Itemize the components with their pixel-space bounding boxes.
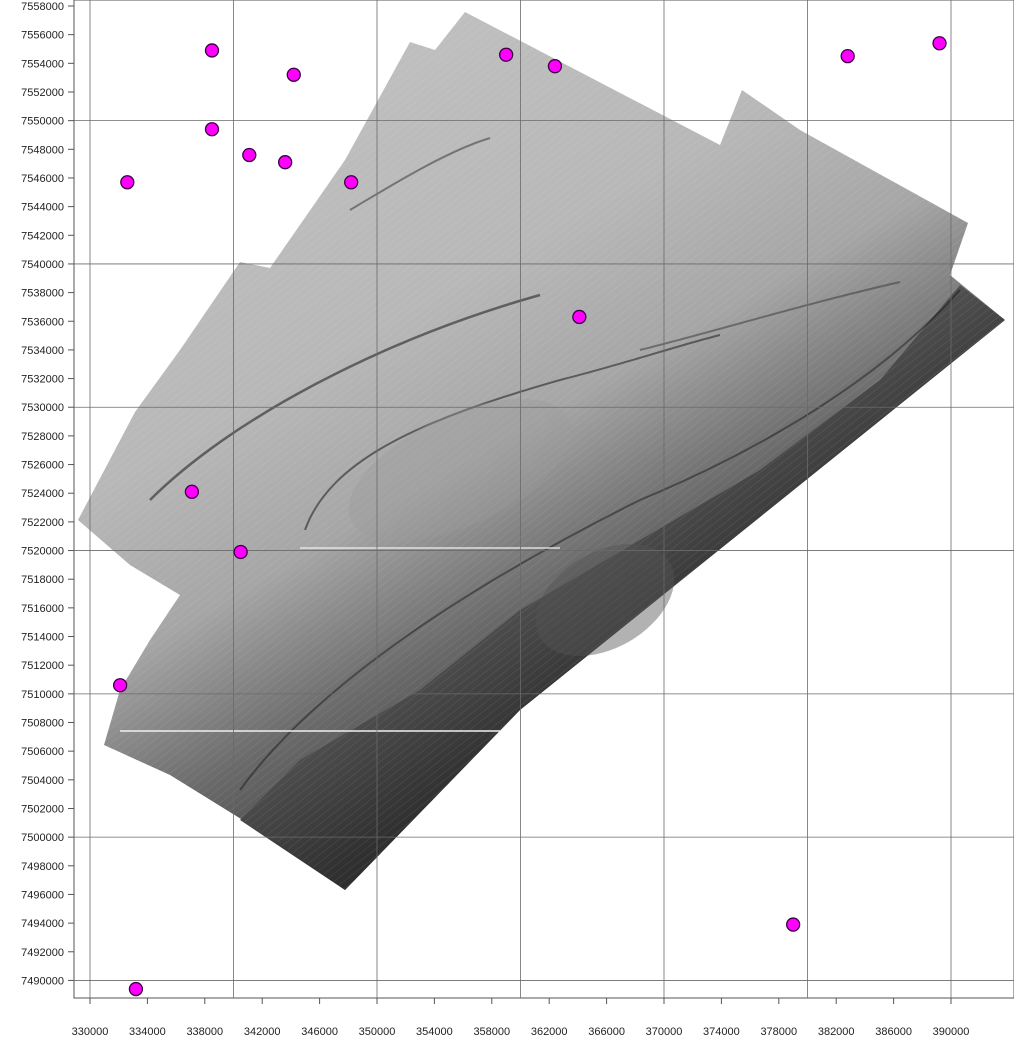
y-tick-label: 7546000 — [21, 173, 64, 185]
sample-point-marker — [840, 49, 855, 64]
x-tick-label: 386000 — [875, 1026, 912, 1038]
sample-point-marker — [547, 59, 563, 74]
x-tick-label: 382000 — [818, 1026, 855, 1038]
x-tick-label: 334000 — [129, 1026, 166, 1038]
sample-point-marker — [242, 147, 257, 163]
sample-point-marker — [233, 544, 248, 560]
y-tick-label: 7514000 — [21, 632, 64, 644]
y-tick-label: 7490000 — [21, 975, 64, 987]
y-tick-label: 7504000 — [21, 775, 64, 787]
x-tick-label: 374000 — [703, 1026, 740, 1038]
y-tick-label: 7508000 — [21, 718, 64, 730]
x-tick-label: 346000 — [301, 1026, 338, 1038]
y-tick-label: 7512000 — [21, 660, 64, 672]
y-tick-label: 7492000 — [21, 947, 64, 959]
y-tick-label: 7516000 — [21, 603, 64, 615]
y-tick-label: 7538000 — [21, 288, 64, 300]
x-tick-label: 358000 — [473, 1026, 510, 1038]
sample-point-marker — [344, 175, 359, 190]
y-tick-label: 7494000 — [21, 918, 64, 930]
y-tick-label: 7510000 — [21, 689, 64, 701]
x-tick-label: 350000 — [359, 1026, 396, 1038]
survey-map: 330000 334000 338000 342000 346000 350000 3540… — [21, 0, 1014, 1038]
x-tick-label: 378000 — [760, 1026, 797, 1038]
sample-point-marker — [286, 67, 301, 82]
sample-point-marker — [184, 484, 200, 499]
x-tick-label: 362000 — [531, 1026, 568, 1038]
x-tick-label: 390000 — [933, 1026, 970, 1038]
y-tick-label: 7496000 — [21, 889, 64, 901]
x-tick-label: 338000 — [186, 1026, 223, 1038]
sample-point-marker — [572, 309, 587, 325]
sample-point-marker — [498, 47, 514, 62]
y-tick-label: 7556000 — [21, 30, 64, 42]
x-tick-label: 366000 — [588, 1026, 625, 1038]
sample-point-marker — [786, 917, 801, 932]
y-tick-label: 7536000 — [21, 316, 64, 328]
sample-point-marker — [204, 43, 220, 58]
x-tick-label: 342000 — [244, 1026, 281, 1038]
y-tick-label: 7506000 — [21, 746, 64, 758]
y-tick-label: 7528000 — [21, 431, 64, 443]
y-tick-label: 7498000 — [21, 861, 64, 873]
y-tick-label: 7524000 — [21, 488, 64, 500]
y-tick-label: 7500000 — [21, 832, 64, 844]
y-tick-label: 7502000 — [21, 803, 64, 815]
y-tick-label: 7526000 — [21, 460, 64, 472]
y-tick-label: 7532000 — [21, 374, 64, 386]
y-tick-label: 7522000 — [21, 517, 64, 529]
y-tick-label: 7552000 — [21, 87, 64, 99]
sample-point-marker — [112, 678, 128, 693]
y-tick-label: 7520000 — [21, 546, 64, 558]
x-tick-label: 354000 — [416, 1026, 453, 1038]
y-tick-label: 7518000 — [21, 574, 64, 586]
y-tick-label: 7550000 — [21, 116, 64, 128]
sample-point-marker — [128, 981, 144, 997]
sample-point-marker — [120, 175, 135, 190]
y-tick-label: 7558000 — [21, 1, 64, 13]
y-tick-label: 7540000 — [21, 259, 64, 271]
y-tick-label: 7530000 — [21, 402, 64, 414]
x-tick-label: 330000 — [72, 1026, 109, 1038]
sample-point-marker — [278, 155, 293, 170]
y-tick-label: 7542000 — [21, 230, 64, 242]
sample-point-marker — [204, 122, 220, 137]
y-tick-label: 7534000 — [21, 345, 64, 357]
y-tick-label: 7554000 — [21, 58, 64, 70]
sample-point-marker — [932, 36, 947, 51]
y-tick-label: 7548000 — [21, 144, 64, 156]
x-tick-label: 370000 — [646, 1026, 683, 1038]
y-tick-label: 7544000 — [21, 202, 64, 214]
